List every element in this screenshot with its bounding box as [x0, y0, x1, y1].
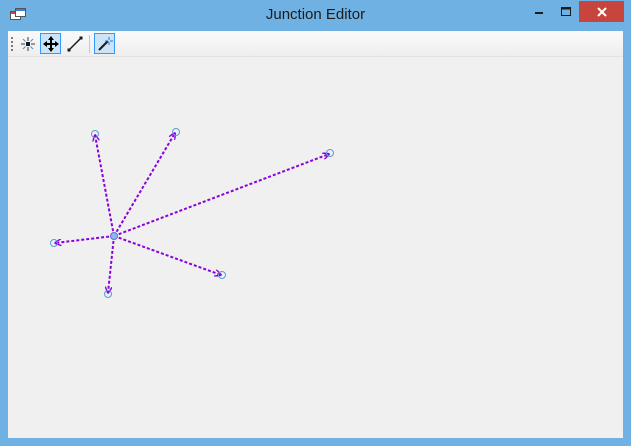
tool-add-junction-button[interactable]	[17, 33, 38, 54]
junction-hub-node[interactable]	[110, 232, 118, 240]
junction-edge[interactable]	[108, 235, 115, 293]
line-icon	[67, 36, 82, 51]
move-icon	[42, 35, 59, 52]
junction-edge[interactable]	[95, 135, 115, 237]
junction-edge[interactable]	[55, 235, 115, 243]
junction-nodes	[50, 128, 334, 298]
minimize-button[interactable]	[526, 1, 552, 22]
maximize-button[interactable]	[552, 1, 579, 22]
toolbar-grip-icon[interactable]	[11, 36, 13, 52]
client-area	[8, 31, 623, 438]
junction-edge[interactable]	[113, 154, 329, 237]
junction-edges	[55, 133, 329, 293]
junction-canvas[interactable]	[8, 57, 623, 438]
title-bar[interactable]: Junction Editor	[0, 0, 631, 31]
junction-edge[interactable]	[113, 133, 175, 237]
toolbar-separator	[89, 35, 90, 53]
close-button[interactable]	[579, 1, 624, 22]
tool-magic-wand-button[interactable]	[94, 33, 115, 54]
application-window: Junction Editor	[0, 0, 631, 446]
maximize-icon	[560, 6, 571, 16]
magic-wand-icon	[97, 36, 113, 51]
tool-draw-line-button[interactable]	[64, 33, 85, 54]
minimize-icon	[535, 11, 543, 14]
tool-move-button[interactable]	[40, 33, 61, 54]
sparkle-icon	[20, 36, 35, 51]
junction-node[interactable]	[172, 128, 180, 136]
junction-node[interactable]	[326, 149, 334, 157]
toolbar	[8, 31, 623, 57]
junction-edge[interactable]	[113, 235, 221, 275]
close-icon	[596, 6, 607, 17]
